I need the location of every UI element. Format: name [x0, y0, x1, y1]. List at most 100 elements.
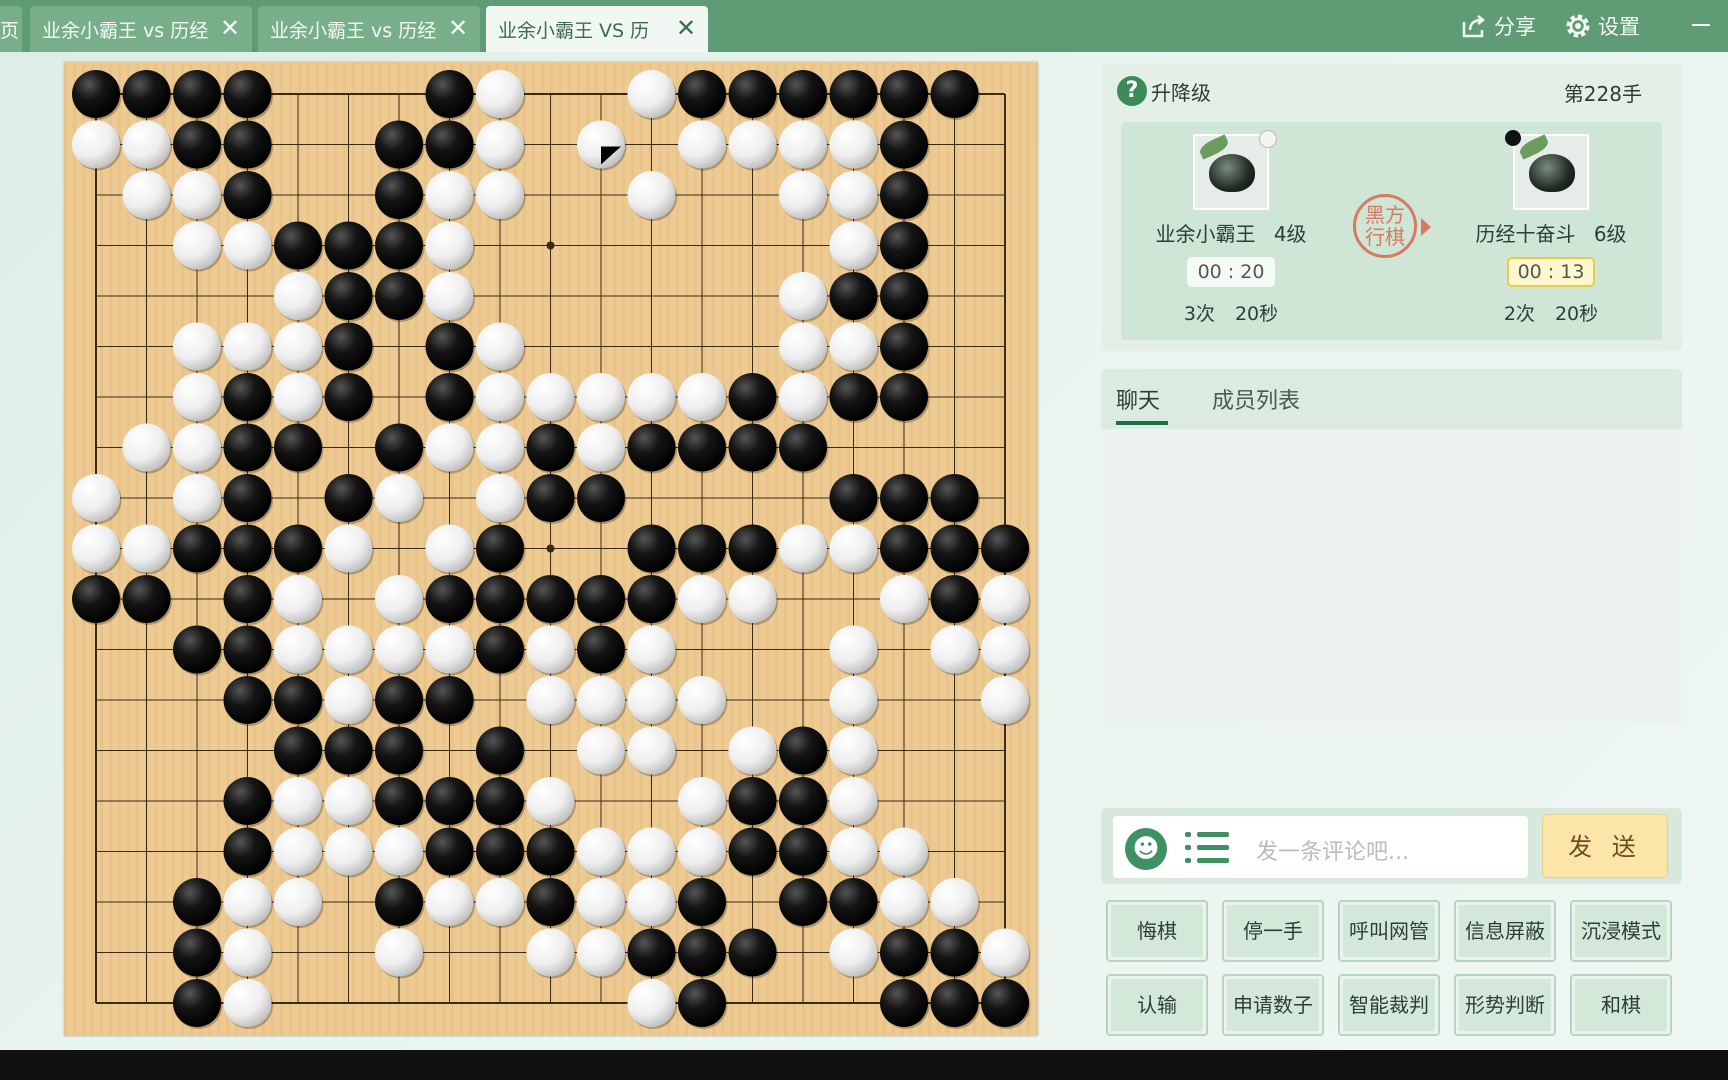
- tab-game-1[interactable]: 业余小霸王 vs 历经 ✕: [30, 6, 252, 52]
- white-stone: [678, 676, 726, 724]
- gear-icon: [1566, 14, 1590, 38]
- pass-button[interactable]: 停一手: [1222, 900, 1324, 962]
- white-stone: [880, 827, 928, 876]
- black-stone: [880, 979, 928, 1027]
- white-stone: [577, 676, 625, 724]
- black-stone: [526, 474, 575, 522]
- black-stone: [678, 70, 726, 118]
- white-stone: [122, 120, 171, 169]
- list-icon[interactable]: [1185, 830, 1229, 866]
- black-stone: [274, 221, 322, 270]
- tab-label: 业余小霸王 VS 历: [498, 19, 650, 42]
- settings-button[interactable]: 设置: [1564, 8, 1640, 44]
- black-stone: [223, 524, 272, 573]
- black-stone: [930, 575, 979, 623]
- emoji-icon[interactable]: ☻: [1125, 828, 1167, 870]
- black-stone: [324, 272, 373, 320]
- black-stone: [728, 928, 777, 977]
- white-stone: [829, 524, 878, 573]
- share-button[interactable]: 分享: [1460, 8, 1536, 44]
- tab-game-3[interactable]: 业余小霸王 VS 历 ✕: [486, 6, 708, 52]
- white-stone: [324, 777, 373, 825]
- black-stone: [728, 827, 777, 876]
- white-stone: [173, 373, 221, 421]
- black-stone: [223, 120, 272, 169]
- request-count-button[interactable]: 申请数子: [1222, 974, 1324, 1036]
- white-stone: [476, 373, 524, 421]
- go-board[interactable]: [64, 62, 1038, 1036]
- white-stone: [375, 827, 423, 876]
- white-stone: [779, 120, 827, 169]
- game-info-panel: ? 升降级 第228手 业余小霸王 4级 00 : 20 3次 20秒 黑方 行棋: [1101, 64, 1682, 351]
- black-stone: [173, 979, 221, 1027]
- position-eval-button[interactable]: 形势判断: [1454, 974, 1556, 1036]
- black-stone: [223, 171, 272, 219]
- tab-game-2[interactable]: 业余小霸王 vs 历经 ✕: [258, 6, 480, 52]
- white-stone: [829, 120, 878, 169]
- undo-button[interactable]: 悔棋: [1106, 900, 1208, 962]
- minimize-icon[interactable]: [1692, 24, 1710, 26]
- white-stone: [577, 928, 625, 977]
- black-stone: [173, 524, 221, 573]
- black-stone: [678, 928, 726, 977]
- white-stone: [223, 878, 272, 926]
- immersive-mode-button[interactable]: 沉浸模式: [1570, 900, 1672, 962]
- tab-home[interactable]: 页: [0, 6, 22, 52]
- black-stone: [173, 878, 221, 926]
- call-admin-button[interactable]: 呼叫网管: [1338, 900, 1440, 962]
- black-stone: [274, 726, 322, 775]
- avatar[interactable]: [1505, 130, 1589, 210]
- white-stone: [476, 70, 524, 118]
- star-point: [546, 544, 555, 553]
- black-stone: [930, 979, 979, 1027]
- comment-input-wrapper[interactable]: ☻ 发一条评论吧...: [1113, 816, 1528, 878]
- black-stone: [173, 70, 221, 118]
- turn-seal-text: 黑方 行棋: [1365, 203, 1405, 249]
- close-icon[interactable]: ✕: [446, 16, 470, 40]
- white-stone: [678, 373, 726, 421]
- board-grid[interactable]: [64, 62, 1038, 1036]
- chat-messages[interactable]: [1101, 429, 1682, 725]
- black-stone: [375, 676, 423, 724]
- black-stone: [627, 575, 676, 623]
- comment-input[interactable]: 发一条评论吧...: [1256, 834, 1409, 866]
- black-stone: [223, 70, 272, 118]
- black-stone: [577, 575, 625, 623]
- black-stone: [375, 777, 423, 825]
- black-stone: [425, 777, 474, 825]
- draw-button[interactable]: 和棋: [1570, 974, 1672, 1036]
- close-icon[interactable]: ✕: [674, 16, 698, 40]
- help-icon[interactable]: ?: [1117, 76, 1147, 106]
- ai-judge-button[interactable]: 智能裁判: [1338, 974, 1440, 1036]
- white-stone: [274, 827, 322, 876]
- black-stone: [829, 373, 878, 421]
- black-stone: [425, 120, 474, 169]
- black-stone: [425, 827, 474, 876]
- send-button[interactable]: 发 送: [1542, 814, 1668, 878]
- white-stone: [274, 373, 322, 421]
- white-stone: [375, 575, 423, 623]
- black-stone: [425, 373, 474, 421]
- black-stone: [375, 120, 423, 169]
- tab-chat[interactable]: 聊天: [1116, 383, 1160, 415]
- white-stone: [425, 625, 474, 674]
- tab-members[interactable]: 成员列表: [1212, 383, 1300, 415]
- block-info-button[interactable]: 信息屏蔽: [1454, 900, 1556, 962]
- black-stone: [779, 878, 827, 926]
- active-tab-indicator: [1116, 421, 1168, 425]
- black-stone: [324, 322, 373, 371]
- player-timer: 00 : 13: [1507, 257, 1595, 287]
- white-stone: [375, 474, 423, 522]
- white-stone: [526, 928, 575, 977]
- white-stone: [779, 524, 827, 573]
- white-stone: [627, 171, 676, 219]
- black-stone: [880, 272, 928, 320]
- player-name: 历经十奋斗: [1475, 222, 1576, 246]
- resign-button[interactable]: 认输: [1106, 974, 1208, 1036]
- avatar[interactable]: [1193, 130, 1277, 210]
- white-stone: [476, 878, 524, 926]
- white-stone: [274, 777, 322, 825]
- tab-label: 页: [0, 19, 20, 42]
- close-icon[interactable]: ✕: [218, 16, 242, 40]
- white-stone: [829, 676, 878, 724]
